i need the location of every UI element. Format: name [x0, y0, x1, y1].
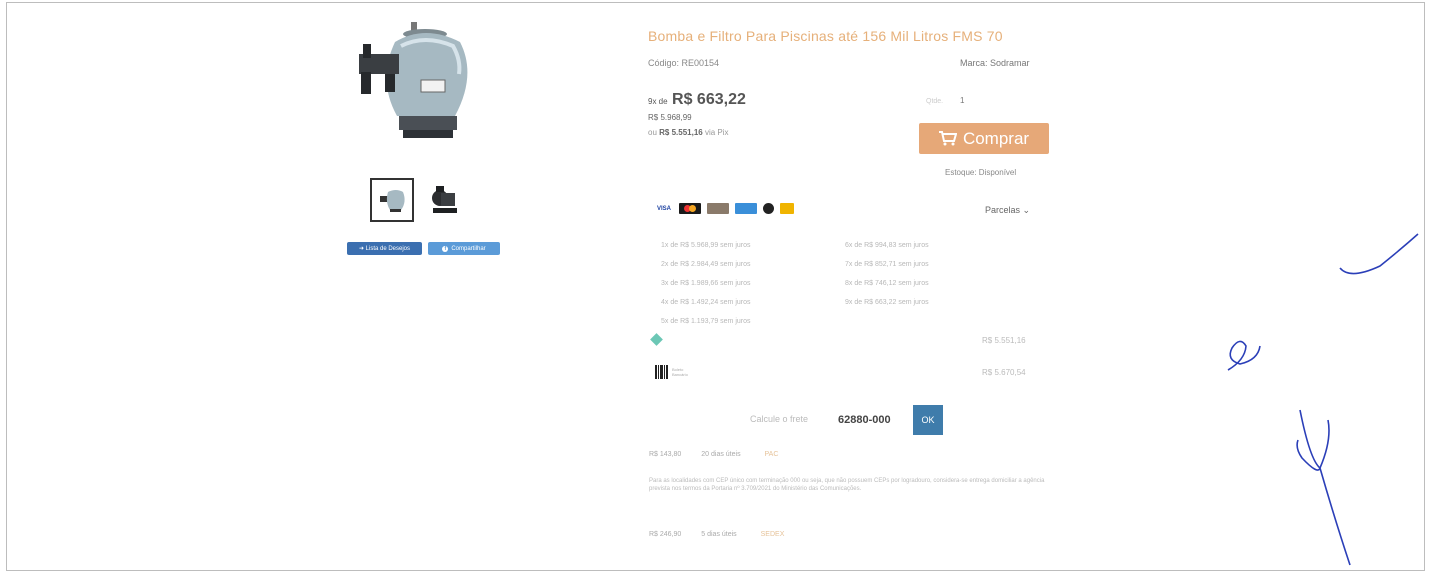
- buy-button-label: Comprar: [962, 128, 1030, 148]
- card-icons: VISA: [655, 203, 794, 214]
- installment-value: R$ 663,22: [672, 91, 746, 108]
- parcelas-dropdown[interactable]: Parcelas ⌄: [985, 205, 1030, 216]
- product-brand: Marca: Sodramar: [960, 58, 1030, 68]
- shipping-service: SEDEX: [760, 531, 785, 538]
- boleto-text: Boleto Bancário: [672, 367, 688, 377]
- installment-item: 7x de R$ 852,71 sem juros: [845, 261, 929, 268]
- shipping-option: R$ 143,80 20 dias úteis PAC: [649, 451, 778, 458]
- cash-prefix: ou: [648, 128, 657, 137]
- handwritten-signature: [1227, 233, 1419, 566]
- installment-item: 8x de R$ 746,12 sem juros: [845, 280, 929, 287]
- ok-button[interactable]: OK: [913, 405, 943, 435]
- shipping-price: R$ 246,90: [649, 531, 682, 538]
- pix-price: R$ 5.551,16: [982, 336, 1026, 345]
- share-button[interactable]: f Compartilhar: [428, 242, 500, 255]
- installment-item: 5x de R$ 1.193,79 sem juros: [661, 318, 751, 325]
- mastercard-icon: [679, 203, 701, 214]
- installment-price: 9x de R$ 663,22: [648, 91, 746, 109]
- thumbnail-pump[interactable]: [422, 178, 466, 222]
- product-main-image: [355, 20, 475, 160]
- cash-value: R$ 5.551,16: [659, 128, 703, 137]
- installments-col1: 1x de R$ 5.968,99 sem juros 2x de R$ 2.9…: [661, 236, 751, 331]
- installment-item: 2x de R$ 2.984,49 sem juros: [661, 261, 751, 268]
- quantity-input[interactable]: [960, 93, 990, 107]
- wishlist-button[interactable]: ➜ Lista de Desejos: [347, 242, 422, 255]
- product-code: Código: RE00154: [648, 58, 720, 68]
- cash-suffix: via Pix: [704, 128, 729, 137]
- product-title: Bomba e Filtro Para Piscinas até 156 Mil…: [648, 28, 1003, 44]
- amex-icon: [735, 203, 757, 214]
- installment-prefix: 9x de: [648, 97, 668, 106]
- elo-icon: [763, 203, 774, 214]
- cep-input[interactable]: [838, 412, 906, 428]
- shipping-note: Para as localidades com CEP único com te…: [649, 478, 1045, 492]
- installment-item: 3x de R$ 1.989,66 sem juros: [661, 280, 751, 287]
- share-button-label: Compartilhar: [451, 245, 486, 252]
- visa-icon: VISA: [656, 205, 671, 212]
- stock-status: Estoque: Disponível: [945, 168, 1017, 177]
- hipercard-icon: [780, 203, 794, 214]
- installment-item: 6x de R$ 994,83 sem juros: [845, 242, 929, 249]
- shipping-days: 20 dias úteis: [701, 451, 741, 458]
- shipping-service: PAC: [764, 451, 779, 458]
- cart-icon: [938, 131, 957, 146]
- thumbnail-filter[interactable]: [370, 178, 414, 222]
- parcelas-label: Parcelas: [985, 205, 1021, 215]
- cash-price: ou R$ 5.551,16 via Pix: [648, 128, 729, 137]
- buy-button[interactable]: Comprar: [919, 123, 1049, 154]
- installments-col2: 6x de R$ 994,83 sem juros 7x de R$ 852,7…: [845, 236, 929, 312]
- full-price: R$ 5.968,99: [648, 113, 692, 122]
- shipping-days: 5 dias úteis: [701, 531, 737, 538]
- diners-icon: [707, 203, 729, 214]
- shipping-option: R$ 246,90 5 dias úteis SEDEX: [649, 531, 784, 538]
- barcode-icon: [655, 365, 668, 379]
- shipping-label: Calcule o frete: [750, 414, 809, 424]
- installment-item: 9x de R$ 663,22 sem juros: [845, 299, 929, 306]
- boleto-logo: Boleto Bancário: [655, 365, 694, 379]
- boleto-price: R$ 5.670,54: [982, 368, 1026, 377]
- installment-item: 4x de R$ 1.492,24 sem juros: [661, 299, 751, 306]
- installment-item: 1x de R$ 5.968,99 sem juros: [661, 242, 751, 249]
- shipping-price: R$ 143,80: [649, 451, 682, 458]
- quantity-label: Qtde.: [926, 98, 944, 105]
- chevron-down-icon: ⌄: [1022, 205, 1031, 215]
- facebook-icon: f: [442, 245, 449, 252]
